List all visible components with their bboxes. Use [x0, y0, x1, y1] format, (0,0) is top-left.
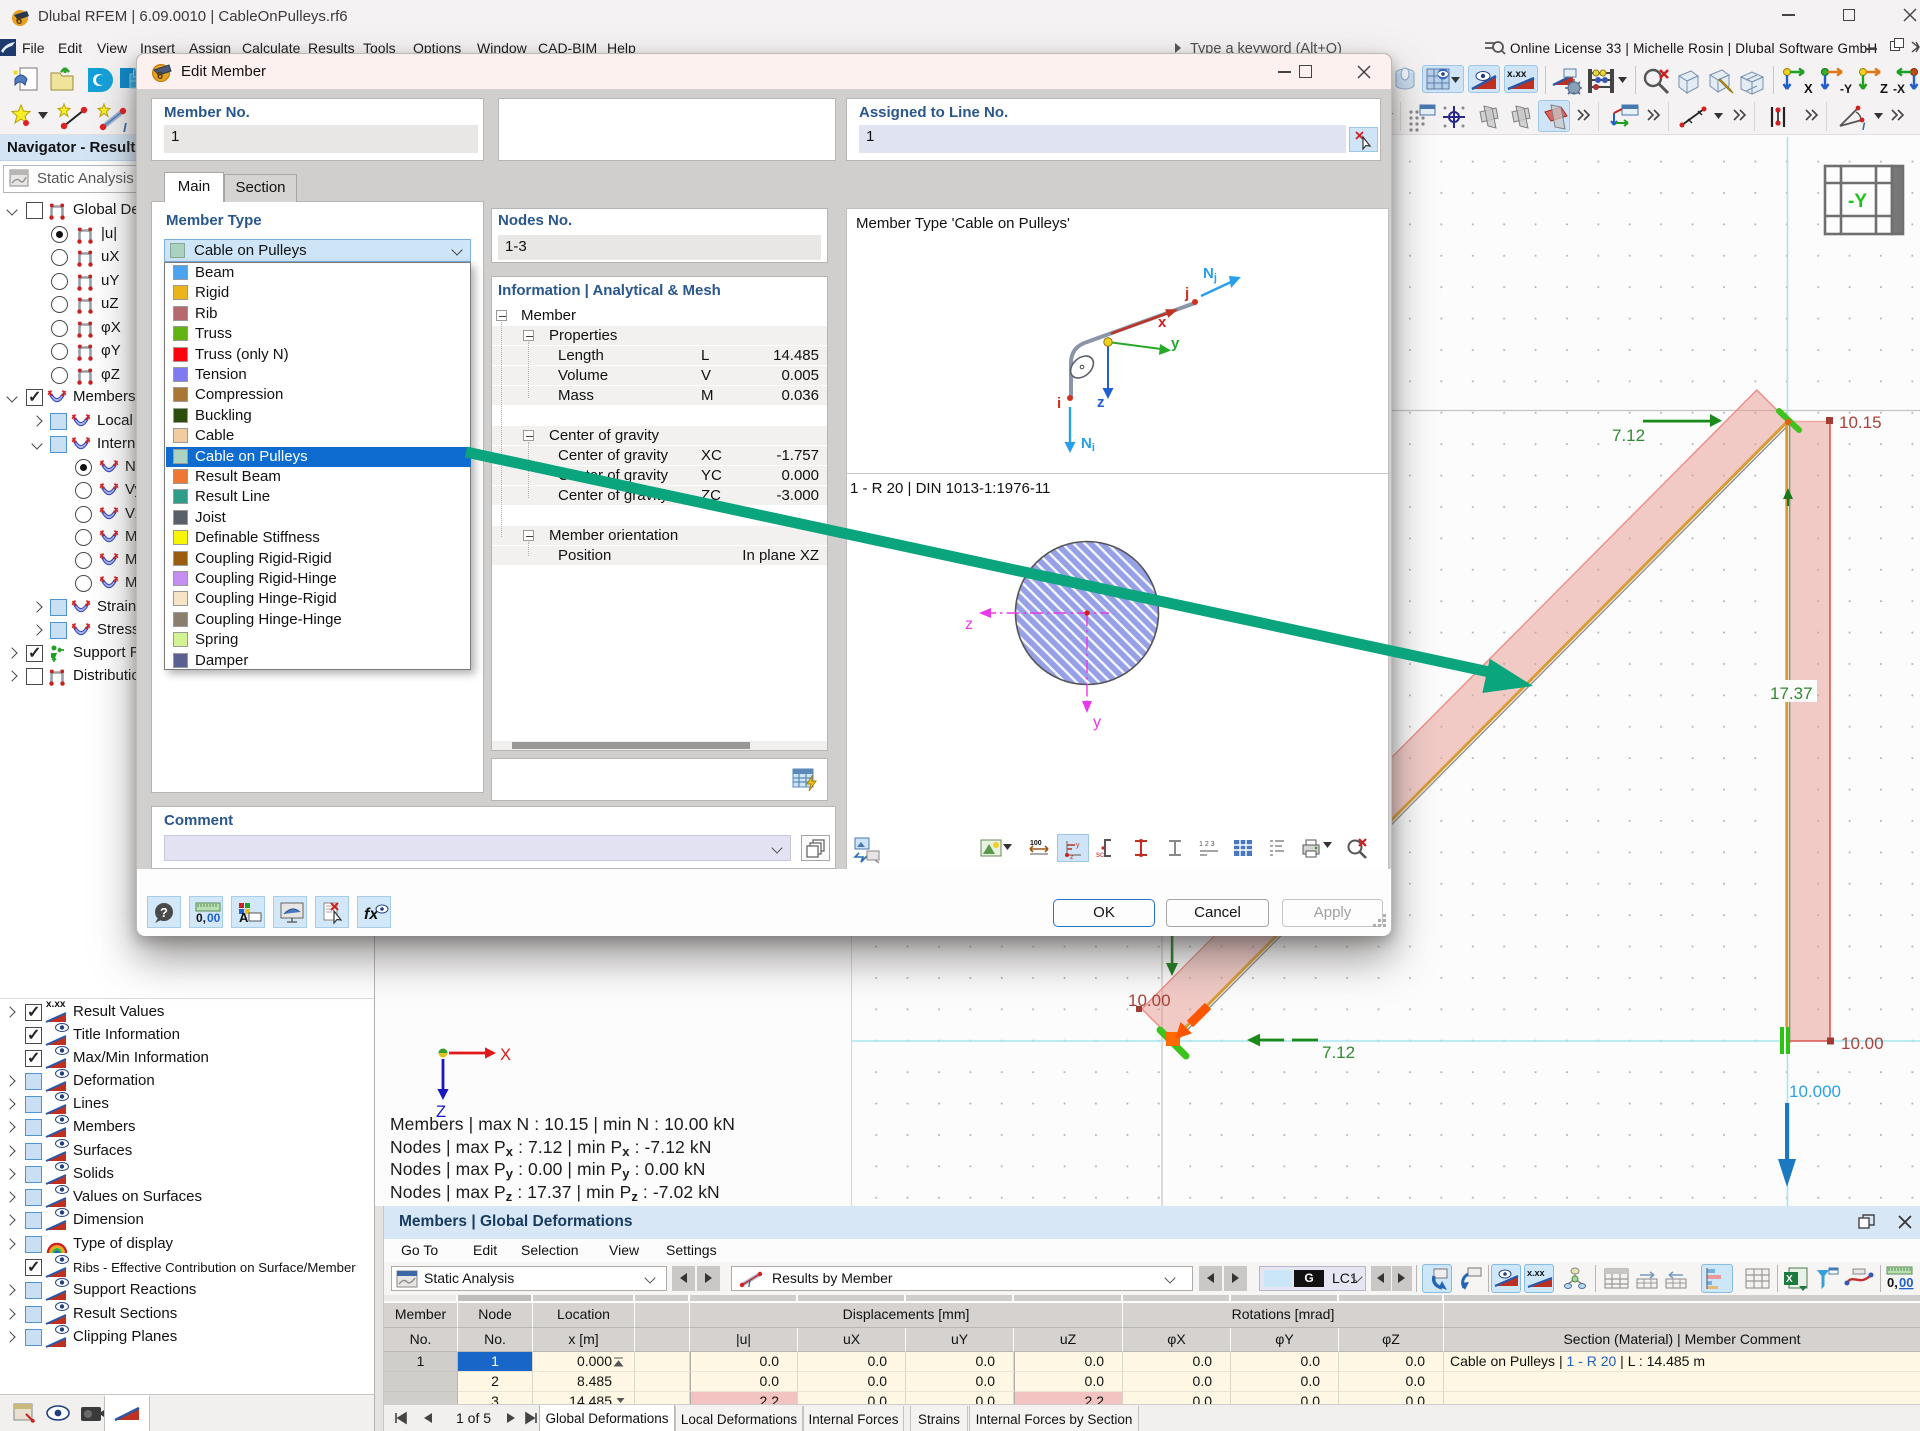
svg-text:y: y: [1093, 714, 1101, 731]
svg-text:10.00: 10.00: [1128, 991, 1171, 1010]
svg-text:10.000: 10.000: [1789, 1082, 1841, 1101]
svg-text:-X: -X: [1893, 82, 1905, 96]
svg-text:y: y: [1076, 842, 1080, 849]
svg-text:X: X: [1786, 1274, 1793, 1285]
svg-text:X: X: [500, 1046, 511, 1064]
svg-text:7.12: 7.12: [1612, 426, 1645, 445]
svg-text:I: I: [1862, 121, 1866, 133]
svg-text:?: ?: [160, 905, 168, 920]
svg-text:6: 6: [16, 15, 22, 27]
svg-text:z: z: [1070, 854, 1074, 861]
svg-text:0,: 0,: [1887, 1275, 1898, 1290]
svg-text:100: 100: [1030, 840, 1042, 847]
svg-text:I: I: [123, 120, 127, 135]
svg-text:00: 00: [207, 911, 221, 925]
svg-text:i: i: [1057, 395, 1061, 412]
svg-text:1 2 3: 1 2 3: [1199, 841, 1215, 848]
svg-text:-Y: -Y: [1840, 82, 1852, 96]
svg-text:6: 6: [157, 70, 163, 82]
svg-text:A: A: [239, 910, 249, 925]
svg-text:x: x: [1158, 314, 1167, 331]
svg-text:-Y: -Y: [1848, 191, 1867, 212]
svg-text:x.xx: x.xx: [1527, 1268, 1545, 1278]
svg-text:y: y: [1171, 335, 1180, 352]
svg-text:z: z: [965, 616, 973, 633]
svg-text:0,: 0,: [196, 911, 206, 925]
svg-text:10.15: 10.15: [1839, 413, 1882, 432]
svg-text:7.12: 7.12: [1322, 1043, 1355, 1062]
svg-text:17.37: 17.37: [1770, 684, 1813, 703]
svg-text:z: z: [1097, 394, 1105, 411]
svg-text:10.00: 10.00: [1841, 1034, 1884, 1053]
svg-text:Nj: Nj: [1203, 265, 1217, 284]
svg-text:Ni: Ni: [1081, 435, 1095, 454]
svg-text:X: X: [1804, 81, 1813, 96]
svg-text:Z: Z: [1880, 81, 1888, 96]
svg-text:x.xx: x.xx: [1507, 69, 1527, 80]
svg-text:j: j: [1184, 285, 1189, 302]
svg-text:00: 00: [1899, 1275, 1913, 1290]
svg-text:sc: sc: [1096, 850, 1104, 859]
